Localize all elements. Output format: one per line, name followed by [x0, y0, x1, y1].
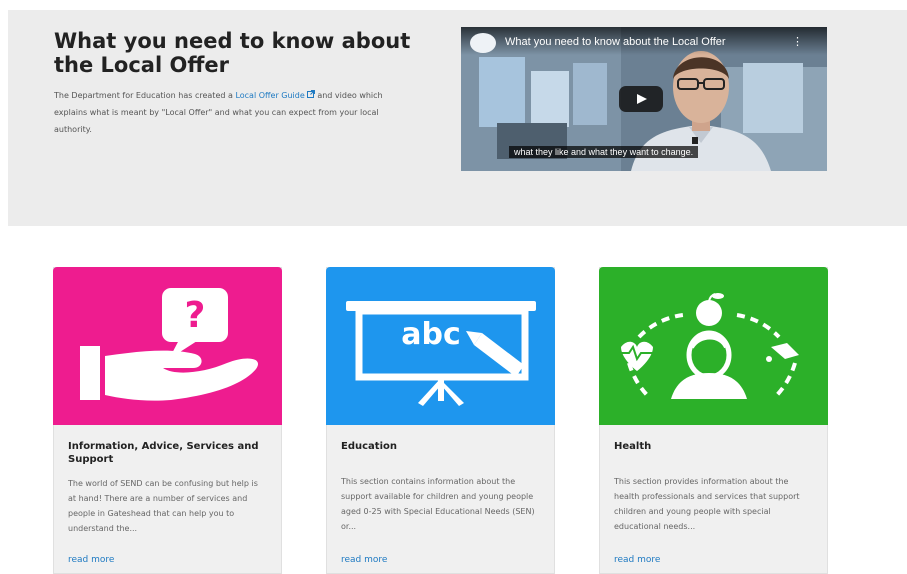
card-header-education[interactable]: abc [326, 267, 555, 425]
hero-text-before: The Department for Education has created… [54, 91, 236, 100]
video-menu-icon[interactable]: ⋮ [792, 35, 803, 48]
local-offer-guide-link[interactable]: Local Offer Guide [235, 90, 315, 100]
card-description: The world of SEND can be confusing but h… [68, 479, 258, 533]
card-information-advice[interactable]: ? Information, Advice, Services and Supp… [53, 267, 282, 574]
external-link-icon [306, 90, 315, 98]
video-title[interactable]: What you need to know about the Local Of… [505, 36, 726, 48]
local-offer-guide-link-label: Local Offer Guide [235, 91, 305, 100]
play-button[interactable] [619, 86, 663, 112]
read-more-link[interactable]: read more [341, 555, 387, 565]
video-caption: what they like and what they want to cha… [509, 146, 699, 158]
card-header-information-advice[interactable]: ? [53, 267, 282, 425]
card-health[interactable]: Health This section provides information… [599, 267, 828, 574]
abc-text: abc [401, 317, 461, 352]
health-person-icon [621, 293, 799, 399]
svg-text:?: ? [185, 295, 206, 336]
hero-description: The Department for Education has created… [54, 87, 409, 138]
channel-logo[interactable] [470, 33, 496, 53]
card-description: This section provides information about … [614, 477, 800, 531]
abc-board-icon: abc [346, 301, 536, 406]
hero-title: What you need to know about the Local Of… [54, 29, 411, 77]
read-more-link[interactable]: read more [68, 555, 114, 565]
card-title: Education [341, 441, 397, 452]
read-more-link[interactable]: read more [614, 555, 660, 565]
card-education[interactable]: abc Education This section contains info… [326, 267, 555, 574]
video-player[interactable]: What you need to know about the Local Of… [461, 27, 827, 171]
card-header-health[interactable] [599, 267, 828, 425]
card-title: Health [614, 441, 652, 452]
hand-question-icon: ? [80, 288, 259, 401]
card-title: Information, Advice, Services and Suppor… [68, 441, 259, 465]
card-description: This section contains information about … [341, 477, 535, 531]
